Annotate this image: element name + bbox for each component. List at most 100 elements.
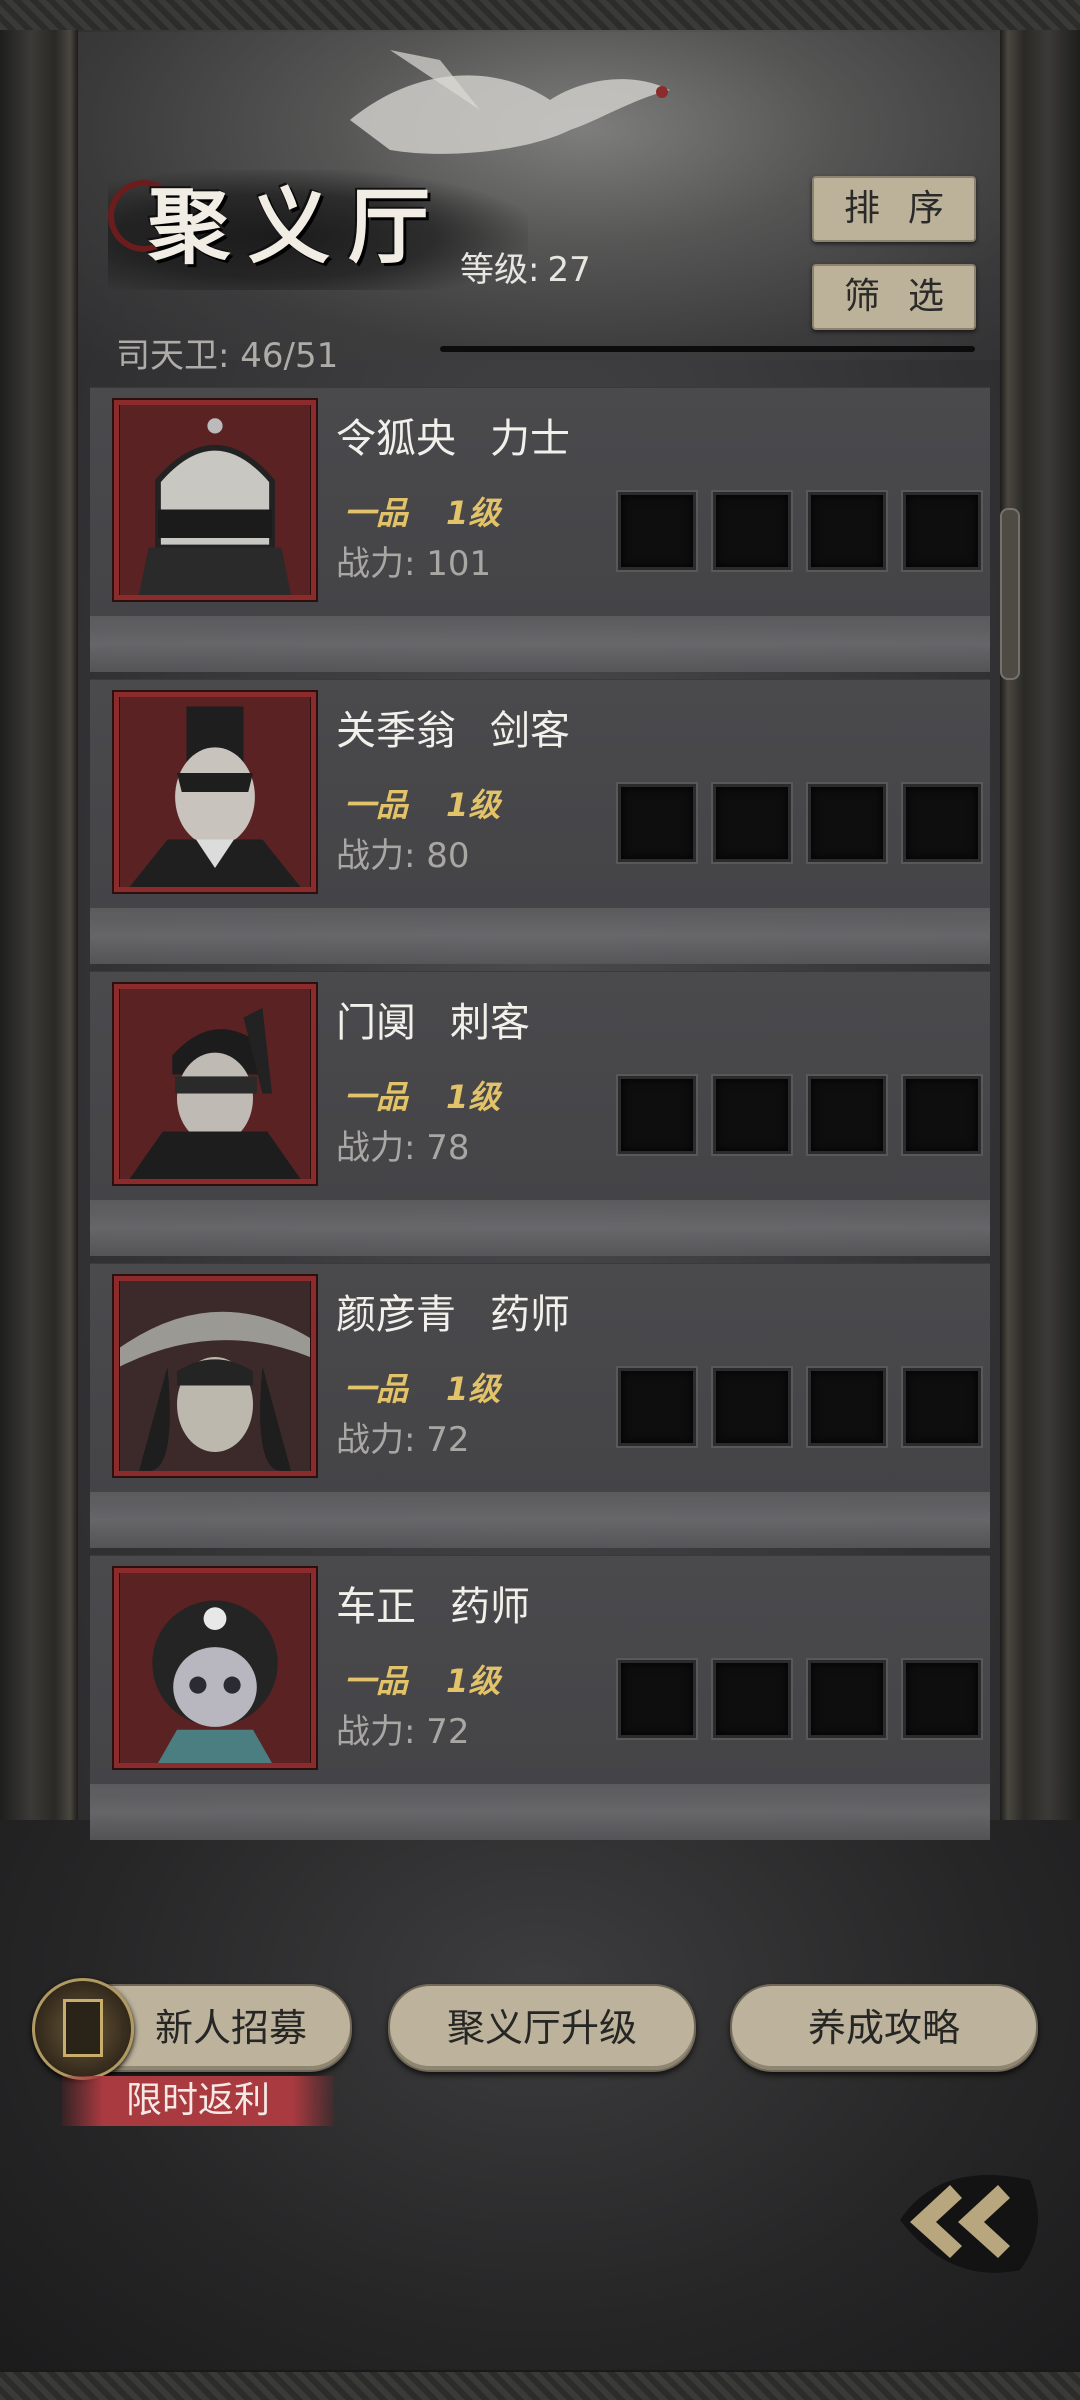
level-label: 等级: [460,250,540,290]
list-scrollbar[interactable] [1000,508,1020,680]
hero-portrait [114,984,316,1184]
hero-rank: 一品 1级 [344,1364,500,1410]
top-border [0,0,1080,32]
equipment-slot[interactable] [808,1660,886,1738]
hero-role: 药师 [490,1292,570,1338]
hero-name: 颜彦青 [336,1292,456,1338]
equipment-slot[interactable] [903,784,981,862]
hero-grade: 一品 [344,1078,409,1116]
equipment-slot[interactable] [808,492,886,570]
equipment-slot[interactable] [618,784,696,862]
hero-level: 1级 [446,1370,501,1408]
card-separator [90,908,990,964]
equipment-slot[interactable] [618,1660,696,1738]
hero-card[interactable]: 车正 药师 一品 1级 战力: 72 [90,1556,990,1792]
equipment-slot[interactable] [618,1076,696,1154]
equipment-slots [618,1660,990,1740]
hero-name: 门阒 [336,1000,416,1046]
sort-button[interactable]: 排序 [812,176,976,242]
level-value: 27 [547,250,591,290]
card-separator [90,1200,990,1256]
child-healer-icon [120,1573,310,1763]
equipment-slot[interactable] [713,1368,791,1446]
card-separator [90,1784,990,1840]
helmet-warrior-icon [120,405,310,595]
guard-count: 司天卫: 46/51 [116,336,339,376]
equipment-slot[interactable] [808,784,886,862]
equipment-slot[interactable] [618,1368,696,1446]
equipment-slots [618,1076,990,1156]
equipment-slot[interactable] [808,1076,886,1154]
hero-rank: 一品 1级 [344,488,500,534]
equipment-slots [618,784,990,864]
masked-assassin-icon [120,989,310,1179]
game-screen: 聚义厅 等级:27 司天卫: 46/51 排序 筛选 令狐央力士 一品 1级 [0,0,1080,2400]
hero-grade: 一品 [344,786,409,824]
hero-power: 战力: 80 [336,836,470,876]
equipment-slot[interactable] [903,492,981,570]
hero-card[interactable]: 关季翁 剑客 一品 1级 战力: 80 [90,680,990,916]
hero-role: 力士 [490,416,570,462]
hero-grade: 一品 [344,1662,409,1700]
hero-name-row: 关季翁 剑客 [336,698,570,756]
equipment-slot[interactable] [713,784,791,862]
equipment-slot[interactable] [808,1368,886,1446]
hero-card[interactable]: 门阒 刺客 一品 1级 战力: 78 [90,972,990,1208]
hero-level: 1级 [446,1662,501,1700]
hero-portrait [114,692,316,892]
hero-name: 车正 [336,1584,416,1630]
hero-power: 战力: 78 [336,1128,470,1168]
hero-role: 刺客 [450,1000,530,1046]
equipment-slot[interactable] [903,1660,981,1738]
hero-name-row: 颜彦青 药师 [336,1282,570,1340]
hero-power: 战力: 101 [336,544,492,584]
hero-portrait [114,400,316,600]
hero-power: 战力: 72 [336,1420,470,1460]
equipment-slot[interactable] [713,1660,791,1738]
hero-role: 药师 [450,1584,530,1630]
hero-power: 战力: 72 [336,1712,470,1752]
training-guide-button[interactable]: 养成攻略 [730,1984,1038,2072]
equipment-slot[interactable] [903,1076,981,1154]
hero-rank: 一品 1级 [344,1656,500,1702]
filter-button[interactable]: 筛选 [812,264,976,330]
bottom-border [0,2370,1080,2400]
left-pillar [0,30,78,1990]
hero-card[interactable]: 颜彦青 药师 一品 1级 战力: 72 [90,1264,990,1500]
hero-level: 1级 [446,494,501,532]
hero-card[interactable]: 令狐央 力士 一品 1级 战力: 101 [90,388,990,624]
hat-woman-icon [120,1281,310,1471]
equipment-slot[interactable] [713,1076,791,1154]
hall-level: 等级: 27 [460,242,599,291]
hero-rank: 一品 1级 [344,780,500,826]
hero-level: 1级 [446,786,501,824]
header-divider [440,346,975,352]
page-title: 聚义厅 [148,179,449,275]
equipment-slot[interactable] [713,492,791,570]
hero-name: 关季翁 [336,708,456,754]
card-separator [90,616,990,672]
hero-rank: 一品 1级 [344,1072,500,1118]
limited-rebate-badge[interactable]: 限时返利 [62,2076,334,2126]
hero-list[interactable]: 令狐央 力士 一品 1级 战力: 101 关季翁 剑客 一品 1级 战力: 80… [90,376,990,1848]
hall-upgrade-button[interactable]: 聚义厅升级 [388,1984,696,2072]
hero-role: 剑客 [490,708,570,754]
right-pillar [1000,30,1080,1990]
back-arrow-icon[interactable] [880,2150,1050,2290]
swordsman-icon [120,697,310,887]
hero-portrait [114,1568,316,1768]
hero-name-row: 令狐央 力士 [336,406,570,464]
hero-name: 令狐央 [336,416,456,462]
card-separator [90,1492,990,1548]
equipment-slot[interactable] [618,492,696,570]
hero-portrait [114,1276,316,1476]
token-emblem [63,1999,103,2057]
hero-name-row: 门阒 刺客 [336,990,530,1048]
hero-level: 1级 [446,1078,501,1116]
hero-grade: 一品 [344,494,409,532]
equipment-slots [618,492,990,572]
hero-name-row: 车正 药师 [336,1574,530,1632]
recruit-token-icon[interactable] [32,1978,134,2080]
hero-grade: 一品 [344,1370,409,1408]
equipment-slot[interactable] [903,1368,981,1446]
